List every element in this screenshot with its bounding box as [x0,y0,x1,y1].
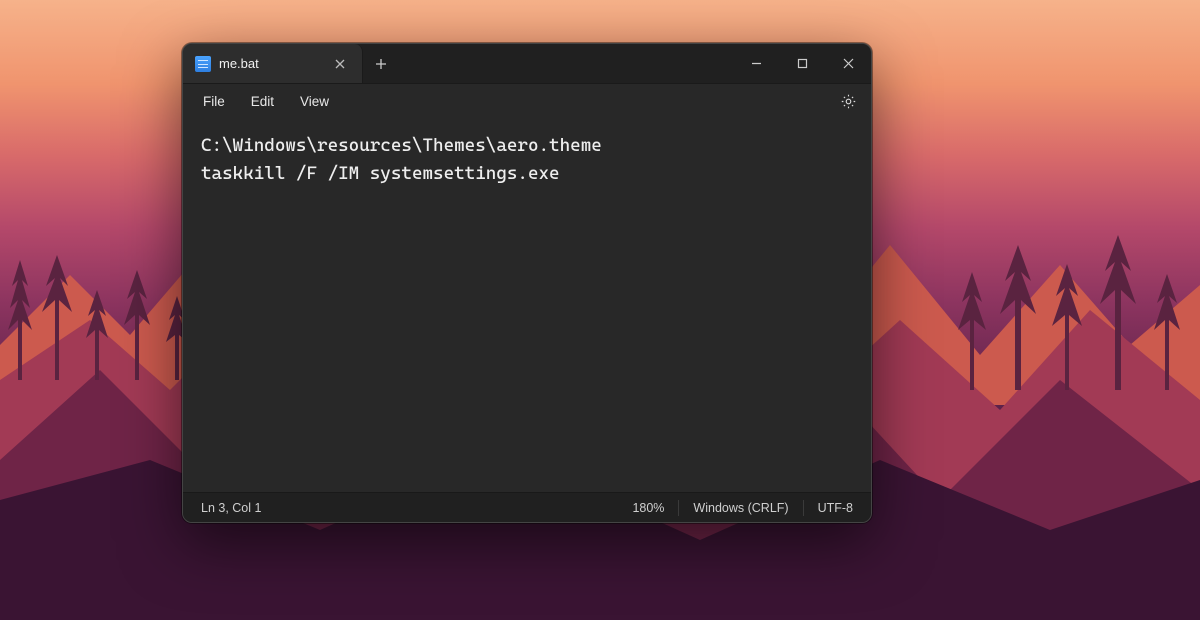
titlebar[interactable]: me.bat [183,44,871,84]
menubar: File Edit View [183,84,871,118]
notepad-file-icon [195,56,211,72]
minimize-button[interactable] [733,44,779,83]
notepad-window: me.bat File Edit View [182,43,872,523]
plus-icon [375,58,387,70]
statusbar: Ln 3, Col 1 180% Windows (CRLF) UTF-8 [183,492,871,522]
new-tab-button[interactable] [363,44,399,83]
minimize-icon [751,58,762,69]
window-close-icon [843,58,854,69]
editor-line: taskkill /F /IM systemsettings.exe [201,163,560,184]
window-close-button[interactable] [825,44,871,83]
close-icon [335,59,345,69]
tab-title: me.bat [219,56,320,71]
gear-icon [840,93,857,110]
maximize-button[interactable] [779,44,825,83]
editor-line: C:\Windows\resources\Themes\aero.theme [201,135,602,156]
settings-button[interactable] [833,86,863,116]
status-zoom[interactable]: 180% [618,493,678,522]
status-encoding[interactable]: UTF-8 [804,493,867,522]
menu-file[interactable]: File [191,88,237,115]
status-eol[interactable]: Windows (CRLF) [679,493,802,522]
editor-textarea[interactable]: C:\Windows\resources\Themes\aero.theme t… [183,118,871,492]
status-cursor-position[interactable]: Ln 3, Col 1 [187,493,275,522]
titlebar-drag-area[interactable] [399,44,733,83]
menu-edit[interactable]: Edit [239,88,286,115]
tab-close-button[interactable] [328,52,352,76]
tab-active[interactable]: me.bat [183,44,363,83]
window-controls [733,44,871,83]
menu-view[interactable]: View [288,88,341,115]
maximize-icon [797,58,808,69]
